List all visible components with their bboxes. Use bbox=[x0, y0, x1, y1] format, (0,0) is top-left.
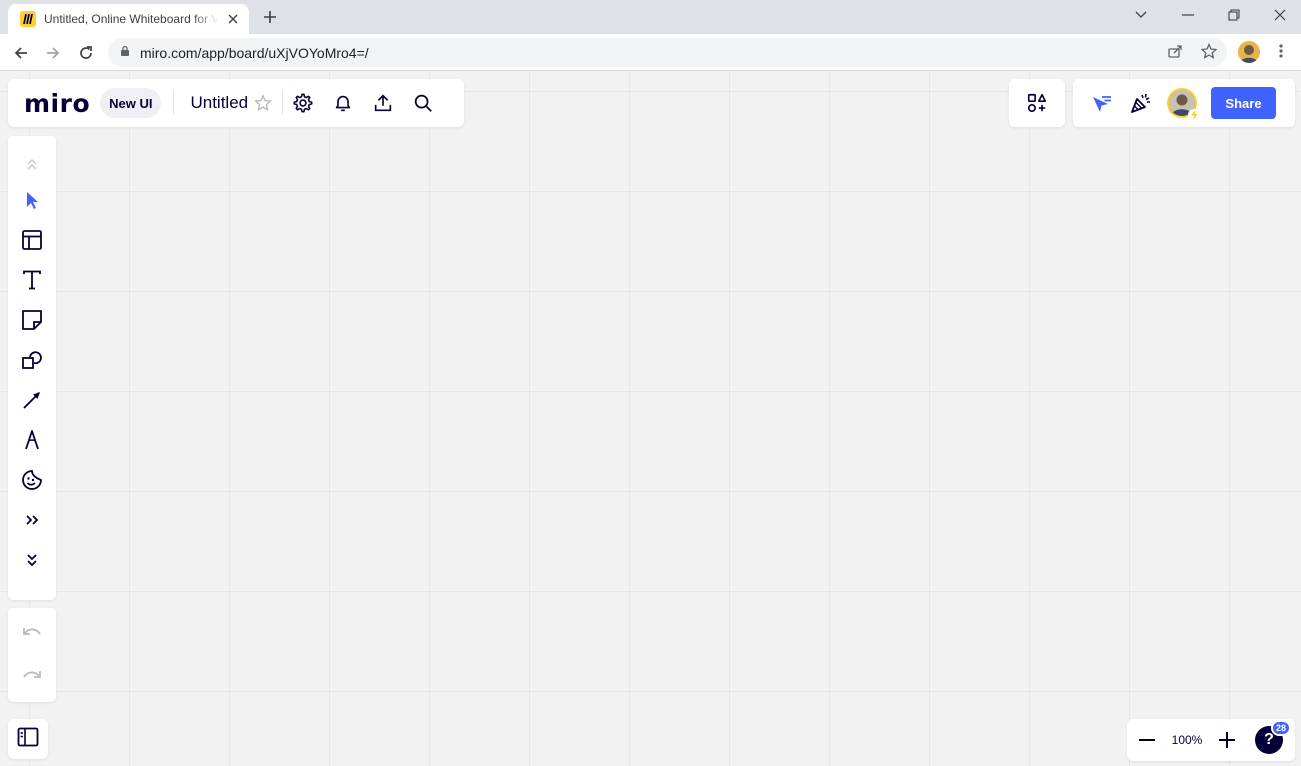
search-icon[interactable] bbox=[403, 83, 443, 123]
new-tab-icon[interactable] bbox=[258, 6, 282, 28]
reload-icon[interactable] bbox=[73, 40, 99, 66]
forward-arrow-icon[interactable] bbox=[40, 40, 66, 66]
star-icon[interactable] bbox=[248, 83, 278, 123]
lightning-bolt-icon bbox=[1188, 109, 1200, 121]
apps-panel bbox=[1009, 79, 1065, 127]
bookmark-star-icon[interactable] bbox=[1198, 40, 1220, 62]
close-tab-icon[interactable] bbox=[225, 11, 241, 27]
undo-icon[interactable] bbox=[12, 614, 52, 654]
pen-icon[interactable] bbox=[12, 420, 52, 460]
browser-tab-strip: Untitled, Online Whiteboard for Visual C… bbox=[0, 0, 1301, 34]
restore-icon[interactable] bbox=[1220, 4, 1248, 26]
templates-icon[interactable] bbox=[12, 220, 52, 260]
user-avatar[interactable] bbox=[1167, 88, 1200, 121]
chrome-profile-avatar[interactable] bbox=[1238, 41, 1260, 63]
chrome-menu-icon[interactable] bbox=[1270, 40, 1292, 62]
zoom-level[interactable]: 100% bbox=[1167, 733, 1207, 747]
miro-favicon-icon bbox=[20, 11, 36, 27]
text-icon[interactable] bbox=[12, 260, 52, 300]
redo-icon[interactable] bbox=[12, 657, 52, 697]
presentation-cursor-icon[interactable] bbox=[1081, 83, 1121, 123]
more-tools-icon[interactable] bbox=[12, 500, 52, 540]
zoom-out-icon[interactable] bbox=[1127, 720, 1167, 760]
board-sidebar-toggle[interactable] bbox=[8, 719, 48, 759]
zoom-in-icon[interactable] bbox=[1207, 720, 1247, 760]
export-upload-icon[interactable] bbox=[363, 83, 403, 123]
minimize-icon[interactable] bbox=[1174, 4, 1202, 26]
miro-logo[interactable]: miro bbox=[24, 89, 90, 118]
new-ui-badge[interactable]: New UI bbox=[100, 88, 162, 118]
url-text: miro.com/app/board/uXjVOYoMro4=/ bbox=[140, 44, 369, 61]
back-arrow-icon[interactable] bbox=[8, 40, 34, 66]
connection-line-icon[interactable] bbox=[12, 380, 52, 420]
browser-toolbar: miro.com/app/board/uXjVOYoMro4=/ bbox=[0, 34, 1301, 71]
board-header-panel: miro New UI Untitled bbox=[8, 79, 464, 127]
undo-redo-panel bbox=[8, 608, 56, 702]
shapes-icon[interactable] bbox=[12, 340, 52, 380]
settings-gear-icon[interactable] bbox=[283, 83, 323, 123]
board-title[interactable]: Untitled bbox=[190, 93, 248, 113]
tab-search-chevron-icon[interactable] bbox=[1127, 4, 1155, 26]
help-button[interactable]: ? 28 bbox=[1255, 720, 1291, 754]
reactions-party-icon[interactable] bbox=[1121, 83, 1161, 123]
sticky-note-icon[interactable] bbox=[12, 300, 52, 340]
notification-count-badge: 28 bbox=[1270, 720, 1291, 736]
close-window-icon[interactable] bbox=[1266, 4, 1294, 26]
share-page-icon[interactable] bbox=[1164, 40, 1186, 62]
stickers-icon[interactable] bbox=[12, 460, 52, 500]
address-bar[interactable]: miro.com/app/board/uXjVOYoMro4=/ bbox=[108, 38, 1227, 67]
board-canvas[interactable] bbox=[0, 71, 1301, 766]
expand-down-icon[interactable] bbox=[12, 540, 52, 580]
sidebar-panel-icon bbox=[17, 727, 39, 752]
select-cursor-icon[interactable] bbox=[12, 180, 52, 220]
apps-add-icon[interactable] bbox=[1017, 83, 1057, 123]
creation-toolbar bbox=[8, 136, 56, 600]
collapse-up-icon[interactable] bbox=[12, 148, 52, 180]
tab-title: Untitled, Online Whiteboard for Visual C… bbox=[44, 12, 219, 26]
zoom-panel: 100% ? 28 bbox=[1127, 719, 1295, 761]
notifications-bell-icon[interactable] bbox=[323, 83, 363, 123]
lock-icon bbox=[120, 44, 130, 62]
collaboration-panel: Share bbox=[1073, 79, 1295, 127]
divider bbox=[173, 91, 175, 115]
share-button[interactable]: Share bbox=[1211, 87, 1276, 119]
browser-tab[interactable]: Untitled, Online Whiteboard for Visual C… bbox=[8, 4, 249, 34]
